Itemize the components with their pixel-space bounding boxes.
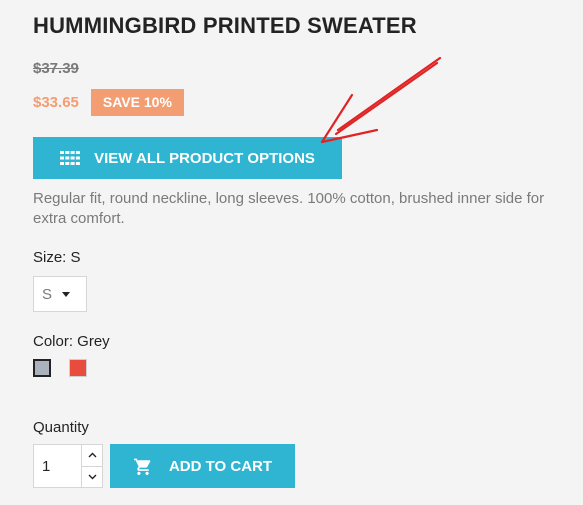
shopping-cart-icon [133,457,153,475]
size-selected-value: S [42,285,53,303]
quantity-stepper [33,444,103,488]
color-swatch-grey[interactable] [33,359,51,377]
add-to-cart-label: ADD TO CART [168,457,273,475]
view-all-product-options-button[interactable]: VIEW ALL PRODUCT OPTIONS [33,137,342,179]
size-label: Size: S [33,249,81,266]
quantity-decrease-button[interactable] [82,466,102,487]
quantity-label: Quantity [33,419,89,436]
old-price: $37.39 [33,60,79,77]
quantity-buttons [81,445,102,487]
chevron-down-icon [88,474,96,480]
view-all-product-options-label: VIEW ALL PRODUCT OPTIONS [94,149,315,167]
discount-badge: SAVE 10% [90,89,184,116]
size-select[interactable]: S [33,276,87,312]
price-row: $33.65 SAVE 10% [33,89,184,116]
product-title: HUMMINGBIRD PRINTED SWEATER [33,13,417,38]
current-price: $33.65 [33,94,79,111]
grid-icon [60,151,80,165]
color-label: Color: Grey [33,333,110,350]
chevron-up-icon [88,452,96,458]
quantity-input[interactable] [34,445,81,487]
caret-down-icon [62,291,71,297]
add-to-cart-button[interactable]: ADD TO CART [110,444,295,488]
quantity-increase-button[interactable] [82,445,102,467]
color-swatch-red[interactable] [69,359,87,377]
product-description: Regular fit, round neckline, long sleeve… [33,190,545,227]
